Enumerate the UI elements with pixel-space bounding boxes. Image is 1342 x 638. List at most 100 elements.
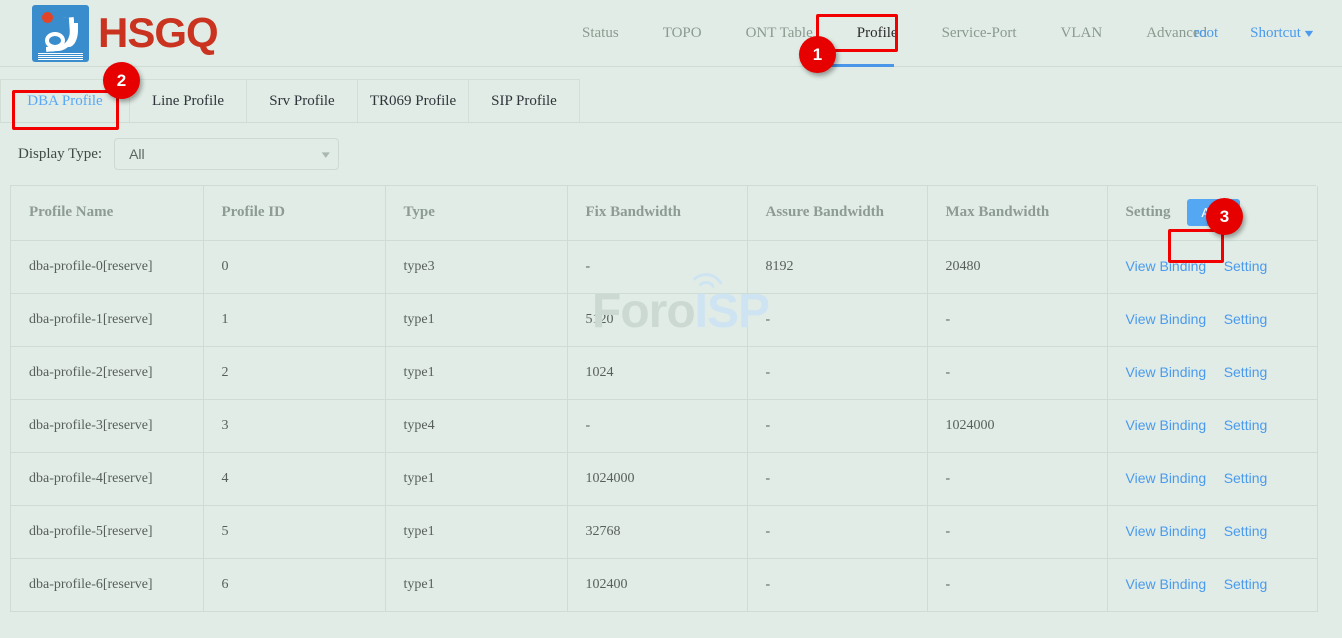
- tab-srv-profile[interactable]: Srv Profile: [246, 79, 358, 122]
- cell-fix-bandwidth: 1024000: [567, 452, 747, 505]
- annotation-badge-3: 3: [1206, 198, 1243, 235]
- cell-setting: View Binding Setting: [1107, 505, 1317, 558]
- setting-link[interactable]: Setting: [1224, 417, 1268, 433]
- table-row: dba-profile-1[reserve] 1 type1 5120 - - …: [11, 293, 1317, 346]
- header-right-links: root Shortcut ▾: [1178, 0, 1328, 67]
- cell-assure-bandwidth: -: [747, 346, 927, 399]
- tab-tr069-profile[interactable]: TR069 Profile: [357, 79, 469, 122]
- table-body: dba-profile-0[reserve] 0 type3 - 8192 20…: [11, 240, 1317, 611]
- cell-max-bandwidth: -: [927, 346, 1107, 399]
- nav-item-vlan[interactable]: VLAN: [1039, 0, 1125, 67]
- table-row: dba-profile-4[reserve] 4 type1 1024000 -…: [11, 452, 1317, 505]
- cell-assure-bandwidth: 8192: [747, 240, 927, 293]
- shortcut-menu[interactable]: Shortcut ▾: [1234, 25, 1328, 42]
- column-header-max-bandwidth: Max Bandwidth: [927, 186, 1107, 240]
- column-header-profile-name: Profile Name: [11, 186, 203, 240]
- cell-profile-id: 0: [203, 240, 385, 293]
- cell-profile-name: dba-profile-1[reserve]: [11, 293, 203, 346]
- setting-link[interactable]: Setting: [1224, 470, 1268, 486]
- cell-profile-id: 1: [203, 293, 385, 346]
- cell-setting: View Binding Setting: [1107, 558, 1317, 611]
- shortcut-label: Shortcut: [1250, 25, 1301, 41]
- setting-link[interactable]: Setting: [1224, 258, 1268, 274]
- setting-link[interactable]: Setting: [1224, 576, 1268, 592]
- cell-type: type4: [385, 399, 567, 452]
- cell-profile-name: dba-profile-5[reserve]: [11, 505, 203, 558]
- view-binding-link[interactable]: View Binding: [1126, 258, 1207, 274]
- cell-setting: View Binding Setting: [1107, 399, 1317, 452]
- setting-link[interactable]: Setting: [1224, 523, 1268, 539]
- display-type-select[interactable]: All ▾: [114, 138, 339, 170]
- nav-item-service-port[interactable]: Service-Port: [920, 0, 1039, 67]
- cell-profile-name: dba-profile-3[reserve]: [11, 399, 203, 452]
- cell-setting: View Binding Setting: [1107, 293, 1317, 346]
- cell-profile-name: dba-profile-2[reserve]: [11, 346, 203, 399]
- view-binding-link[interactable]: View Binding: [1126, 470, 1207, 486]
- cell-fix-bandwidth: 102400: [567, 558, 747, 611]
- chevron-down-icon: ▾: [1305, 26, 1313, 41]
- cell-fix-bandwidth: 1024: [567, 346, 747, 399]
- cell-profile-id: 5: [203, 505, 385, 558]
- cell-assure-bandwidth: -: [747, 558, 927, 611]
- table-row: dba-profile-3[reserve] 3 type4 - - 10240…: [11, 399, 1317, 452]
- annotation-badge-1: 1: [799, 36, 836, 73]
- setting-link[interactable]: Setting: [1224, 311, 1268, 327]
- table-row: dba-profile-0[reserve] 0 type3 - 8192 20…: [11, 240, 1317, 293]
- main-navigation: Status TOPO ONT Table Profile Service-Po…: [560, 0, 1229, 67]
- display-type-value: All: [129, 146, 145, 162]
- cell-max-bandwidth: 20480: [927, 240, 1107, 293]
- chevron-down-icon: ▾: [321, 148, 329, 161]
- column-header-profile-id: Profile ID: [203, 186, 385, 240]
- brand-logo: HSGQ: [32, 5, 218, 62]
- view-binding-link[interactable]: View Binding: [1126, 523, 1207, 539]
- table-row: dba-profile-6[reserve] 6 type1 102400 - …: [11, 558, 1317, 611]
- view-binding-link[interactable]: View Binding: [1126, 576, 1207, 592]
- cell-profile-id: 4: [203, 452, 385, 505]
- cell-setting: View Binding Setting: [1107, 346, 1317, 399]
- cell-setting: View Binding Setting: [1107, 240, 1317, 293]
- filter-bar: Display Type: All ▾: [0, 123, 1342, 185]
- cell-type: type3: [385, 240, 567, 293]
- column-header-assure-bandwidth: Assure Bandwidth: [747, 186, 927, 240]
- hsgq-logo-icon: [32, 5, 89, 62]
- view-binding-link[interactable]: View Binding: [1126, 417, 1207, 433]
- setting-link[interactable]: Setting: [1224, 364, 1268, 380]
- cell-type: type1: [385, 505, 567, 558]
- user-menu-root[interactable]: root: [1178, 25, 1234, 42]
- column-header-fix-bandwidth: Fix Bandwidth: [567, 186, 747, 240]
- profile-tabstrip: DBA Profile Line Profile Srv Profile TR0…: [0, 79, 1342, 123]
- cell-profile-name: dba-profile-6[reserve]: [11, 558, 203, 611]
- cell-type: type1: [385, 452, 567, 505]
- cell-profile-id: 3: [203, 399, 385, 452]
- nav-item-topo[interactable]: TOPO: [641, 0, 724, 67]
- cell-setting: View Binding Setting: [1107, 452, 1317, 505]
- display-type-label: Display Type:: [18, 146, 102, 163]
- cell-fix-bandwidth: -: [567, 240, 747, 293]
- page-root: HSGQ Status TOPO ONT Table Profile Servi…: [0, 0, 1342, 638]
- cell-max-bandwidth: -: [927, 558, 1107, 611]
- tab-sip-profile[interactable]: SIP Profile: [468, 79, 580, 122]
- dba-profile-table: Profile Name Profile ID Type Fix Bandwid…: [11, 186, 1318, 612]
- nav-item-status[interactable]: Status: [560, 0, 641, 67]
- cell-profile-id: 2: [203, 346, 385, 399]
- cell-assure-bandwidth: -: [747, 505, 927, 558]
- cell-max-bandwidth: -: [927, 505, 1107, 558]
- brand-name: HSGQ: [98, 12, 218, 54]
- cell-assure-bandwidth: -: [747, 452, 927, 505]
- setting-header-label: Setting: [1126, 204, 1171, 221]
- column-header-type: Type: [385, 186, 567, 240]
- tab-line-profile[interactable]: Line Profile: [129, 79, 247, 122]
- cell-profile-name: dba-profile-0[reserve]: [11, 240, 203, 293]
- cell-assure-bandwidth: -: [747, 293, 927, 346]
- cell-type: type1: [385, 293, 567, 346]
- view-binding-link[interactable]: View Binding: [1126, 311, 1207, 327]
- annotation-badge-2: 2: [103, 62, 140, 99]
- table-header-row: Profile Name Profile ID Type Fix Bandwid…: [11, 186, 1317, 240]
- nav-item-profile[interactable]: Profile: [835, 0, 920, 67]
- cell-assure-bandwidth: -: [747, 399, 927, 452]
- dba-profile-table-container: Profile Name Profile ID Type Fix Bandwid…: [10, 185, 1316, 612]
- table-row: dba-profile-5[reserve] 5 type1 32768 - -…: [11, 505, 1317, 558]
- top-header: HSGQ Status TOPO ONT Table Profile Servi…: [0, 0, 1342, 67]
- table-row: dba-profile-2[reserve] 2 type1 1024 - - …: [11, 346, 1317, 399]
- view-binding-link[interactable]: View Binding: [1126, 364, 1207, 380]
